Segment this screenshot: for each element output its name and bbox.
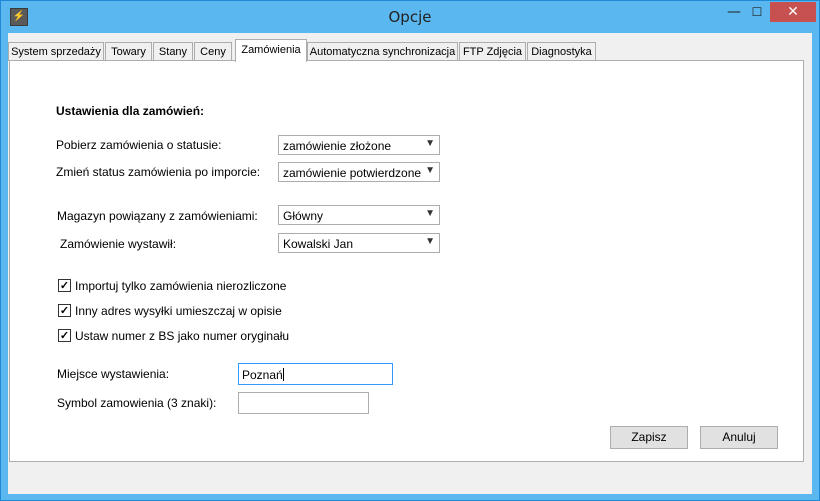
- tab-ftp-zdjecia[interactable]: FTP Zdjęcia: [459, 42, 526, 61]
- place-label: Miejsce wystawienia:: [57, 367, 170, 381]
- shipping-address-label: Inny adres wysyłki umieszczaj w opisie: [75, 304, 282, 318]
- tab-automatyczna-synchronizacja[interactable]: Automatyczna synchronizacja: [307, 42, 458, 61]
- chevron-down-icon: ▼: [425, 208, 435, 219]
- cancel-button[interactable]: Anuluj: [700, 426, 778, 449]
- symbol-input[interactable]: [238, 392, 369, 414]
- place-value: Poznań: [242, 368, 283, 382]
- warehouse-label: Magazyn powiązany z zamówieniami:: [57, 209, 258, 223]
- change-status-value: zamówienie potwierdzone: [283, 166, 422, 180]
- chevron-down-icon: ▼: [425, 138, 435, 149]
- import-unsettled-checkbox[interactable]: ✓: [58, 279, 71, 292]
- issuer-select[interactable]: Kowalski Jan ▼: [278, 233, 440, 253]
- save-button[interactable]: Zapisz: [610, 426, 688, 449]
- bs-number-checkbox[interactable]: ✓: [58, 329, 71, 342]
- maximize-button[interactable]: ☐: [747, 2, 767, 22]
- tab-stany[interactable]: Stany: [153, 42, 193, 61]
- client-area: System sprzedaży Towary Stany Ceny Zamów…: [8, 33, 812, 494]
- minimize-button[interactable]: —: [721, 2, 747, 22]
- close-button[interactable]: ✕: [770, 2, 816, 22]
- shipping-address-checkbox[interactable]: ✓: [58, 304, 71, 317]
- tab-system-sprzedazy[interactable]: System sprzedaży: [8, 42, 104, 61]
- tab-ceny[interactable]: Ceny: [194, 42, 232, 61]
- warehouse-select[interactable]: Główny ▼: [278, 205, 440, 225]
- import-unsettled-label: Importuj tylko zamówienia nierozliczone: [75, 279, 287, 293]
- chevron-down-icon: ▼: [425, 236, 435, 247]
- fetch-status-label: Pobierz zamówienia o statusie:: [56, 138, 222, 152]
- options-window: ⚡ Opcje — ☐ ✕ System sprzedaży Towary St…: [0, 0, 820, 501]
- title-bar[interactable]: ⚡ Opcje — ☐ ✕: [1, 1, 819, 33]
- tab-towary[interactable]: Towary: [105, 42, 152, 61]
- symbol-label: Symbol zamowienia (3 znaki):: [57, 396, 217, 410]
- change-status-select[interactable]: zamówienie potwierdzone ▼: [278, 162, 440, 182]
- bs-number-label: Ustaw numer z BS jako numer oryginału: [75, 329, 290, 343]
- text-caret: [282, 368, 284, 381]
- place-input[interactable]: Poznań: [238, 363, 393, 385]
- orders-settings-panel: Ustawienia dla zamówień: Pobierz zamówie…: [9, 60, 804, 462]
- chevron-down-icon: ▼: [425, 165, 435, 176]
- issuer-value: Kowalski Jan: [283, 237, 354, 251]
- window-title: Opcje: [388, 8, 432, 26]
- section-title: Ustawienia dla zamówień:: [56, 104, 205, 118]
- issuer-label: Zamówienie wystawił:: [60, 237, 177, 251]
- fetch-status-select[interactable]: zamówienie złożone ▼: [278, 135, 440, 155]
- warehouse-value: Główny: [283, 209, 324, 223]
- change-status-label: Zmień status zamówienia po imporcie:: [56, 165, 261, 179]
- tab-zamowienia[interactable]: Zamówienia: [235, 39, 307, 62]
- fetch-status-value: zamówienie złożone: [283, 139, 392, 153]
- tab-diagnostyka[interactable]: Diagnostyka: [527, 42, 596, 61]
